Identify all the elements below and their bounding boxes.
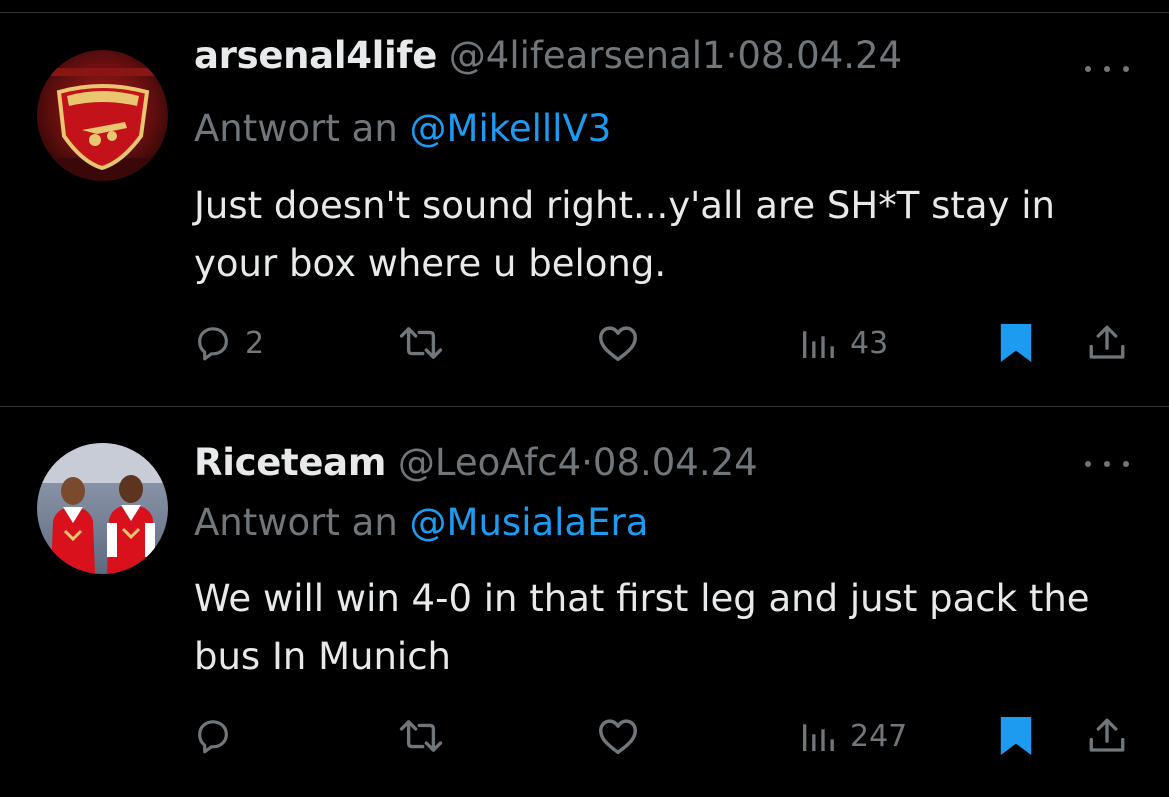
more-icon[interactable] — [1085, 449, 1129, 479]
bookmark-icon — [1000, 717, 1032, 755]
tweet-date[interactable]: 08.04.24 — [593, 441, 758, 484]
arsenal-crest-icon — [37, 50, 168, 181]
reply-to-mention[interactable]: @MikelllV3 — [410, 107, 612, 150]
tweet[interactable]: arsenal4life @4lifearsenal1·08.04.24 Ant… — [0, 13, 1169, 406]
tweet-header: arsenal4life @4lifearsenal1·08.04.24 — [194, 31, 902, 81]
reply-icon — [198, 327, 228, 361]
views-icon — [803, 331, 834, 358]
display-name[interactable]: arsenal4life — [194, 34, 437, 77]
retweet-button[interactable] — [398, 318, 444, 368]
reply-prefix: Antwort an — [194, 501, 398, 544]
tweet-text: We will win 4-0 in that first leg and ju… — [194, 577, 1090, 678]
reply-count: 2 — [245, 325, 265, 361]
reply-prefix: Antwort an — [194, 107, 398, 150]
view-count: 247 — [850, 718, 908, 754]
reply-to-mention[interactable]: @MusialaEra — [410, 501, 649, 544]
views-icon — [803, 724, 834, 751]
like-button[interactable] — [596, 318, 640, 368]
like-button[interactable] — [596, 711, 640, 761]
separator: · — [581, 441, 593, 484]
reply-button[interactable] — [193, 711, 245, 761]
share-button[interactable] — [1085, 318, 1129, 368]
share-icon — [1089, 718, 1125, 752]
action-bar: 247 — [0, 711, 1169, 761]
tweet[interactable]: Riceteam @LeoAfc4·08.04.24 Antwort an @M… — [0, 407, 1169, 797]
reply-icon — [198, 720, 228, 754]
bookmark-icon — [1000, 324, 1032, 362]
tweet-text: Just doesn't sound right...y'all are SH*… — [194, 184, 1055, 285]
like-icon — [598, 326, 637, 362]
tweet-date[interactable]: 08.04.24 — [737, 34, 902, 77]
share-icon — [1089, 325, 1125, 359]
avatar[interactable] — [37, 50, 168, 181]
retweet-button[interactable] — [398, 711, 444, 761]
bookmark-button[interactable] — [997, 711, 1035, 761]
views-button[interactable]: 43 — [798, 318, 888, 368]
reply-context: Antwort an @MikelllV3 — [194, 104, 611, 154]
action-bar: 2 43 — [0, 318, 1169, 368]
views-button[interactable]: 247 — [798, 711, 907, 761]
handle[interactable]: @4lifearsenal1 — [449, 34, 726, 77]
share-button[interactable] — [1085, 711, 1129, 761]
display-name[interactable]: Riceteam — [194, 441, 386, 484]
avatar[interactable] — [37, 443, 168, 574]
bookmark-button[interactable] — [997, 318, 1035, 368]
separator: · — [725, 34, 738, 77]
retweet-icon — [399, 327, 443, 359]
reply-button[interactable]: 2 — [193, 318, 264, 368]
tweet-header: Riceteam @LeoAfc4·08.04.24 — [194, 438, 758, 488]
more-icon[interactable] — [1085, 54, 1129, 84]
handle[interactable]: @LeoAfc4 — [398, 441, 581, 484]
retweet-icon — [399, 720, 443, 752]
like-icon — [598, 719, 637, 755]
reply-context: Antwort an @MusialaEra — [194, 498, 648, 548]
view-count: 43 — [850, 325, 889, 361]
players-photo-icon — [37, 443, 168, 574]
